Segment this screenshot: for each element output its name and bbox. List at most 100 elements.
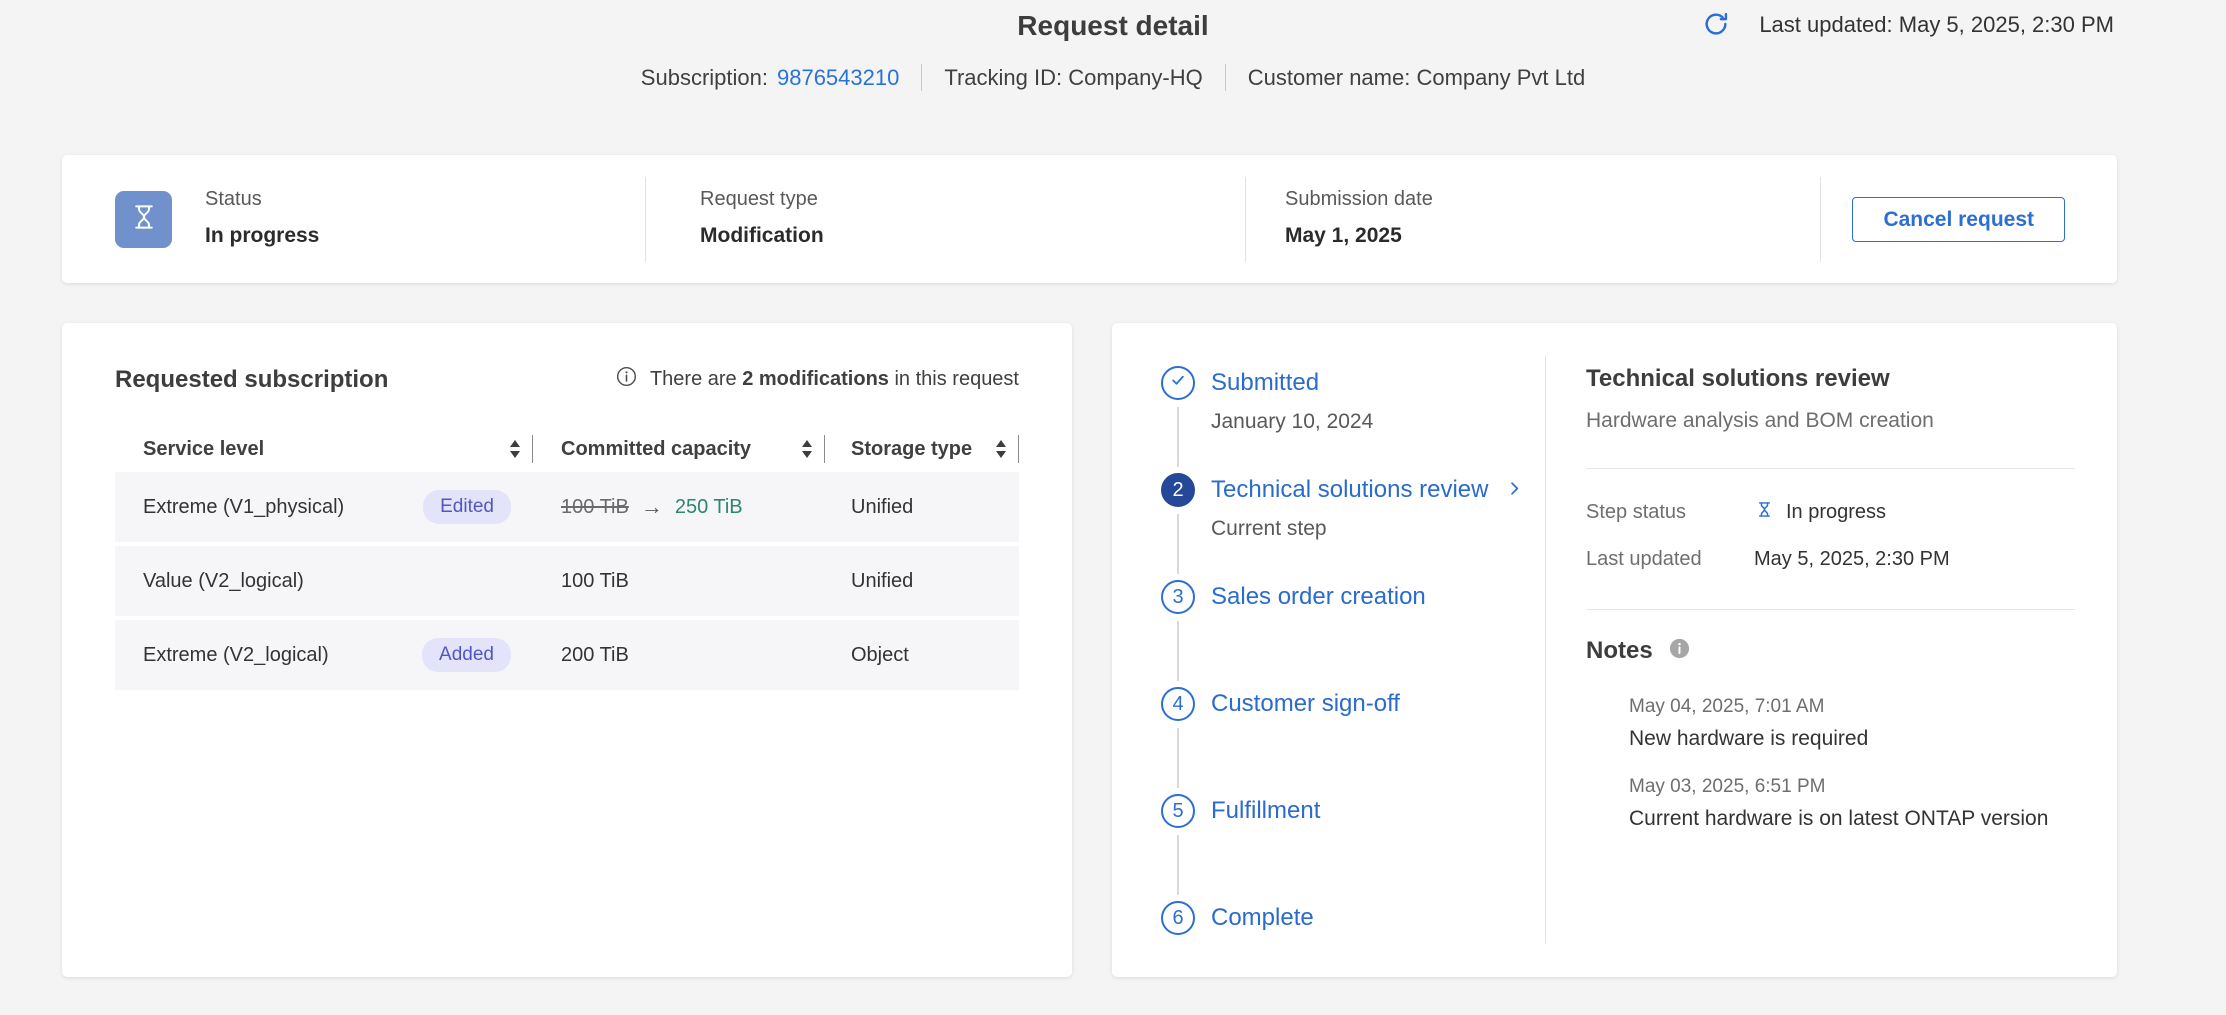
status-value: In progress — [205, 224, 319, 248]
step-link-technical-solutions-review[interactable]: Technical solutions review — [1211, 476, 1523, 504]
note-item: May 04, 2025, 7:01 AM New hardware is re… — [1586, 696, 2075, 751]
note-timestamp: May 04, 2025, 7:01 AM — [1629, 696, 1868, 718]
storage-type-value: Unified — [851, 496, 913, 519]
capacity-old-value: 100 TiB — [561, 496, 629, 519]
divider — [1225, 64, 1226, 91]
note-item: May 03, 2025, 6:51 PM Current hardware i… — [1586, 776, 2075, 831]
capacity-value: 100 TiB — [561, 570, 629, 593]
status-card: Status In progress Request type Modifica… — [62, 155, 2117, 283]
timeline-connector — [1177, 728, 1179, 788]
edited-badge: Edited — [423, 490, 511, 524]
divider — [1820, 177, 1821, 262]
step-status-label: Step status — [1586, 501, 1754, 524]
panel-head: Requested subscription There are 2 modif… — [115, 365, 1019, 394]
status-block: Status In progress — [205, 188, 319, 248]
submission-date-label: Submission date — [1285, 188, 1433, 211]
modifications-note: There are 2 modifications in this reques… — [615, 365, 1019, 394]
step-current-circle: 2 — [1161, 473, 1195, 507]
requested-subscription-title: Requested subscription — [115, 366, 388, 394]
request-type-label: Request type — [700, 188, 824, 211]
divider — [1586, 468, 2075, 469]
note-timestamp: May 03, 2025, 6:51 PM — [1629, 776, 2048, 798]
refresh-area: Last updated: May 5, 2025, 2:30 PM — [1699, 8, 2114, 42]
step-number-circle: 5 — [1161, 794, 1195, 828]
status-label: Status — [205, 188, 319, 211]
hourglass-icon — [1754, 498, 1775, 527]
table-row: Value (V2_logical) 100 TiB Unified — [115, 546, 1019, 616]
step-sublabel: January 10, 2024 — [1161, 410, 1545, 434]
subscription-table: Service level Committed capacity Storage… — [115, 426, 1019, 690]
capacity-new-value: 250 TiB — [675, 496, 743, 519]
divider — [1586, 609, 2075, 610]
column-header-committed-capacity: Committed capacity — [533, 426, 825, 472]
check-icon — [1169, 371, 1187, 395]
step-status-value: In progress — [1786, 501, 1886, 524]
capacity-value: 200 TiB — [561, 644, 629, 667]
notes-header: Notes — [1586, 637, 2075, 665]
timeline-step-customer-sign-off: 4 Customer sign-off — [1161, 687, 1545, 794]
table-header-row: Service level Committed capacity Storage… — [115, 426, 1019, 472]
subscription-pair: Subscription: 9876543210 — [641, 65, 900, 91]
step-detail-title: Technical solutions review — [1586, 365, 2075, 393]
timeline-step-sales-order-creation: 3 Sales order creation — [1161, 580, 1545, 687]
step-link-submitted[interactable]: Submitted — [1211, 369, 1319, 397]
refresh-button[interactable] — [1699, 8, 1733, 42]
note-text: New hardware is required — [1629, 727, 1868, 751]
chevron-right-icon — [1506, 476, 1523, 504]
cancel-request-button[interactable]: Cancel request — [1852, 197, 2065, 242]
step-link-complete[interactable]: Complete — [1211, 904, 1314, 932]
sort-icon[interactable] — [996, 440, 1006, 458]
last-updated-text: Last updated: May 5, 2025, 2:30 PM — [1759, 12, 2114, 38]
step-link-customer-sign-off[interactable]: Customer sign-off — [1211, 690, 1400, 718]
table-row: Extreme (V1_physical) Edited 100 TiB → 2… — [115, 472, 1019, 542]
step-last-updated-label: Last updated — [1586, 548, 1754, 571]
sort-icon[interactable] — [510, 440, 520, 458]
divider — [645, 177, 646, 262]
divider — [1245, 177, 1246, 262]
request-type-block: Request type Modification — [700, 188, 824, 248]
divider — [1545, 355, 1546, 943]
modifications-text: There are 2 modifications in this reques… — [650, 368, 1019, 391]
status-icon-box — [115, 191, 172, 248]
table-row: Extreme (V2_logical) Added 200 TiB Objec… — [115, 620, 1019, 690]
refresh-icon — [1702, 10, 1730, 41]
column-header-service-level: Service level — [115, 426, 533, 472]
step-last-updated-value: May 5, 2025, 2:30 PM — [1754, 548, 1950, 571]
steps-timeline: Submitted January 10, 2024 2 Technical s… — [1112, 323, 1545, 977]
step-number-circle: 6 — [1161, 901, 1195, 935]
timeline-step-technical-solutions-review: 2 Technical solutions review Current ste… — [1161, 473, 1545, 580]
timeline-step-fulfillment: 5 Fulfillment — [1161, 794, 1545, 901]
timeline-step-complete: 6 Complete — [1161, 901, 1545, 935]
subscription-link[interactable]: 9876543210 — [777, 65, 899, 91]
step-last-updated-row: Last updated May 5, 2025, 2:30 PM — [1586, 548, 2075, 571]
added-badge: Added — [422, 638, 511, 672]
request-type-value: Modification — [700, 224, 824, 248]
service-level-value: Extreme (V2_logical) — [143, 644, 329, 667]
request-detail-page: Request detail Last updated: May 5, 2025… — [0, 0, 2226, 1015]
info-icon — [615, 365, 638, 394]
timeline-step-submitted: Submitted January 10, 2024 — [1161, 366, 1545, 473]
notes-title: Notes — [1586, 637, 1653, 665]
submission-date-block: Submission date May 1, 2025 — [1285, 188, 1433, 248]
note-text: Current hardware is on latest ONTAP vers… — [1629, 807, 2048, 831]
sort-icon[interactable] — [802, 440, 812, 458]
step-detail-panel: Technical solutions review Hardware anal… — [1586, 365, 2075, 831]
step-done-circle — [1161, 366, 1195, 400]
step-link-sales-order-creation[interactable]: Sales order creation — [1211, 583, 1426, 611]
tracking-id-text: Tracking ID: Company-HQ — [944, 65, 1202, 91]
step-number-circle: 3 — [1161, 580, 1195, 614]
divider — [921, 64, 922, 91]
arrow-right-icon: → — [641, 494, 663, 520]
submission-date-value: May 1, 2025 — [1285, 224, 1433, 248]
info-icon[interactable] — [1668, 637, 1691, 665]
storage-type-value: Object — [851, 644, 909, 667]
step-status-row: Step status In progress — [1586, 498, 2075, 527]
hourglass-icon — [127, 200, 161, 239]
progress-card: Submitted January 10, 2024 2 Technical s… — [1112, 323, 2117, 977]
divider — [1018, 435, 1020, 463]
timeline-connector — [1177, 621, 1179, 681]
requested-subscription-card: Requested subscription There are 2 modif… — [62, 323, 1072, 977]
storage-type-value: Unified — [851, 570, 913, 593]
column-header-storage-type: Storage type — [825, 426, 1019, 472]
step-link-fulfillment[interactable]: Fulfillment — [1211, 797, 1320, 825]
